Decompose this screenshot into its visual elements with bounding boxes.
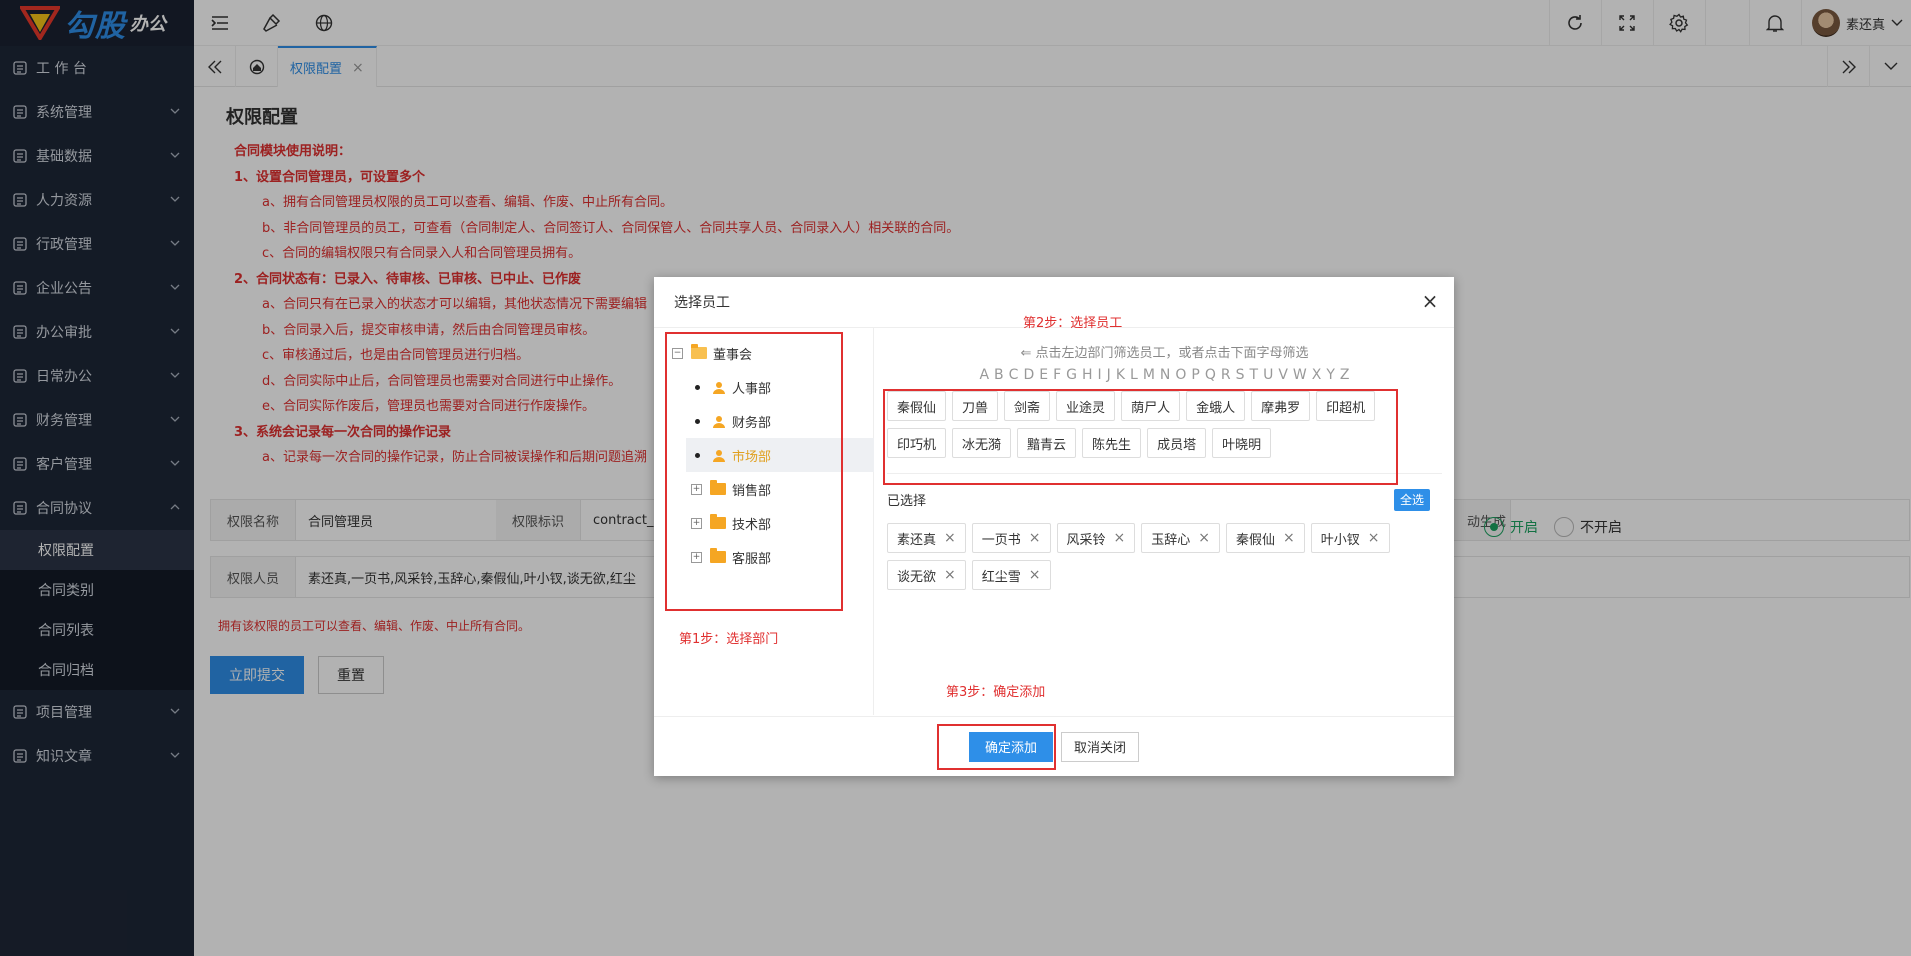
selected-title: 已选择: [887, 494, 927, 509]
letter-filter-item[interactable]: T: [1250, 367, 1259, 383]
letter-filter-item[interactable]: O: [1175, 367, 1186, 383]
selected-chip[interactable]: 一页书 ×: [971, 523, 1051, 553]
selected-chip[interactable]: 素还真 ×: [887, 523, 966, 553]
selected-chip-label: 风采铃: [1066, 532, 1106, 548]
annotation-step1: 第1步：选择部门: [679, 632, 779, 647]
letter-filter-item[interactable]: B: [994, 367, 1004, 383]
remove-icon[interactable]: ×: [944, 567, 956, 583]
letter-filter-item[interactable]: N: [1160, 367, 1170, 383]
letter-filter-item[interactable]: J: [1107, 367, 1111, 383]
letter-filter-item[interactable]: F: [1053, 367, 1061, 383]
selected-chip-label: 谈无欲: [897, 569, 937, 585]
letter-filter-item[interactable]: Q: [1205, 367, 1216, 383]
selected-chip-label: 玉辞心: [1151, 532, 1191, 548]
letter-filter: ABCDEFGHIJKLMNOPQRSTUVWXYZ: [887, 367, 1442, 383]
letter-filter-item[interactable]: E: [1039, 367, 1048, 383]
letter-filter-item[interactable]: V: [1278, 367, 1288, 383]
selected-chip-label: 叶小钗: [1320, 532, 1360, 548]
selected-chip[interactable]: 谈无欲 ×: [887, 560, 966, 590]
remove-icon[interactable]: ×: [1114, 530, 1126, 546]
selected-chip[interactable]: 秦假仙 ×: [1226, 523, 1305, 553]
annotation-box-step1: [665, 332, 843, 611]
selected-chip-label: 一页书: [981, 532, 1021, 548]
annotation-box-step2: [883, 389, 1398, 485]
annotation-box-step3: [937, 724, 1056, 770]
remove-icon[interactable]: ×: [1029, 567, 1041, 583]
letter-filter-item[interactable]: R: [1221, 367, 1231, 383]
letter-filter-item[interactable]: X: [1312, 367, 1322, 383]
remove-icon[interactable]: ×: [1029, 530, 1041, 546]
modal-title: 选择员工: [674, 295, 730, 311]
letter-filter-item[interactable]: H: [1082, 367, 1093, 383]
letter-filter-item[interactable]: P: [1191, 367, 1199, 383]
letter-filter-item[interactable]: C: [1009, 367, 1019, 383]
selected-chip-label: 素还真: [897, 532, 937, 548]
close-icon[interactable]: ×: [1420, 289, 1440, 313]
filter-tip: ⇐ 点击左边部门筛选员工，或者点击下面字母筛选: [1020, 346, 1309, 361]
selected-chip-label: 秦假仙: [1236, 532, 1276, 548]
remove-icon[interactable]: ×: [1198, 530, 1210, 546]
letter-filter-item[interactable]: A: [979, 367, 989, 383]
letter-filter-item[interactable]: D: [1023, 367, 1034, 383]
letter-filter-item[interactable]: Z: [1340, 367, 1350, 383]
annotation-step2: 第2步：选择员工: [1023, 316, 1123, 331]
annotation-step3: 第3步：确定添加: [946, 685, 1046, 700]
selected-list: 素还真 × 一页书 × 风采铃 × 玉辞心 × 秦假仙 × 叶小钗 × 谈无欲 × 红尘雪 ×: [887, 523, 1427, 597]
letter-filter-item[interactable]: K: [1116, 367, 1125, 383]
selected-chip[interactable]: 风采铃 ×: [1056, 523, 1136, 553]
employee-panel: ⇐ 点击左边部门筛选员工，或者点击下面字母筛选 ABCDEFGHIJKLMNOP…: [875, 328, 1454, 715]
cancel-close-button[interactable]: 取消关闭: [1061, 731, 1140, 762]
letter-filter-item[interactable]: S: [1236, 367, 1245, 383]
letter-filter-item[interactable]: W: [1293, 367, 1307, 383]
letter-filter-item[interactable]: M: [1143, 367, 1155, 383]
remove-icon[interactable]: ×: [944, 530, 956, 546]
letter-filter-item[interactable]: I: [1098, 367, 1102, 383]
remove-icon[interactable]: ×: [1368, 530, 1380, 546]
letter-filter-item[interactable]: L: [1130, 367, 1138, 383]
letter-filter-item[interactable]: G: [1066, 367, 1077, 383]
selected-chip-label: 红尘雪: [981, 569, 1021, 585]
selected-chip[interactable]: 叶小钗 ×: [1310, 523, 1390, 553]
selected-chip[interactable]: 玉辞心 ×: [1141, 523, 1220, 553]
selected-chip[interactable]: 红尘雪 ×: [971, 560, 1051, 590]
letter-filter-item[interactable]: U: [1263, 367, 1273, 383]
remove-icon[interactable]: ×: [1283, 530, 1295, 546]
select-all-button[interactable]: 全选: [1393, 488, 1430, 511]
letter-filter-item[interactable]: Y: [1326, 367, 1335, 383]
